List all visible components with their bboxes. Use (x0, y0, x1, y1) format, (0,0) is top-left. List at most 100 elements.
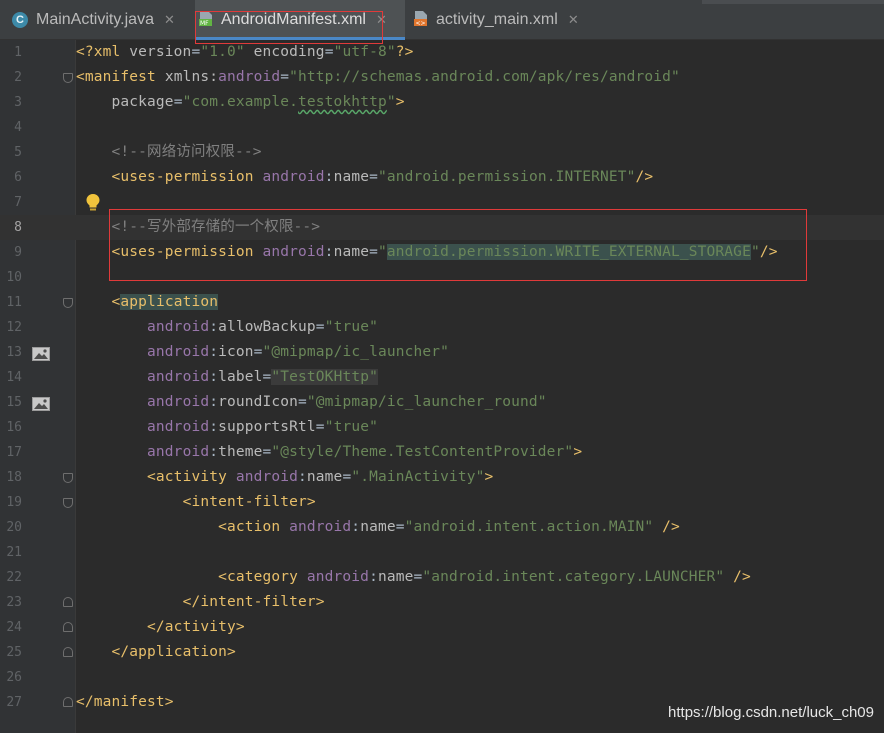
code-line[interactable]: 14 android:label="TestOKHttp" (0, 365, 884, 390)
code-line[interactable]: 25 </application> (0, 640, 884, 665)
tab-label: MainActivity.java (36, 11, 154, 28)
line-number: 8 (14, 220, 22, 235)
code-line[interactable]: 20 <action android:name="android.intent.… (0, 515, 884, 540)
code-text: android:roundIcon="@mipmap/ic_launcher_r… (147, 394, 547, 410)
line-number: 17 (6, 445, 22, 460)
code-text: <application (111, 294, 219, 310)
code-line[interactable]: 21 (0, 540, 884, 565)
line-number: 21 (6, 545, 22, 560)
manifest-file-icon: MF (199, 10, 213, 31)
fold-icon[interactable] (63, 647, 73, 657)
code-text: android:allowBackup="true" (147, 319, 378, 335)
line-number: 3 (14, 95, 22, 110)
line-number: 14 (6, 370, 22, 385)
code-line[interactable]: 19 <intent-filter> (0, 490, 884, 515)
line-number: 20 (6, 520, 22, 535)
line-number: 22 (6, 570, 22, 585)
code-line[interactable]: 4 (0, 115, 884, 140)
line-number: 11 (6, 295, 22, 310)
close-icon[interactable]: ✕ (568, 13, 579, 28)
code-line[interactable]: 22 <category android:name="android.inten… (0, 565, 884, 590)
code-line[interactable]: 24 </activity> (0, 615, 884, 640)
line-number: 27 (6, 695, 22, 710)
fold-icon[interactable] (63, 697, 73, 707)
editor-tab-bar: C MainActivity.java ✕ MF AndroidManifest… (0, 0, 884, 44)
line-number: 16 (6, 420, 22, 435)
image-preview-icon[interactable] (32, 396, 50, 411)
code-text: <!--网络访问权限--> (111, 144, 262, 160)
code-line[interactable]: 9 <uses-permission android:name="android… (0, 240, 884, 265)
fold-icon[interactable] (63, 622, 73, 632)
code-text: android:label="TestOKHttp" (147, 369, 378, 385)
code-line[interactable]: 15 android:roundIcon="@mipmap/ic_launche… (0, 390, 884, 415)
line-number: 10 (6, 270, 22, 285)
code-text: </activity> (147, 619, 245, 635)
line-number: 15 (6, 395, 22, 410)
fold-icon[interactable] (63, 473, 73, 483)
code-text: package="com.example.testokhttp"> (111, 94, 405, 110)
fold-icon[interactable] (63, 498, 73, 508)
code-editor[interactable]: 1 <?xml version="1.0" encoding="utf-8"?> … (0, 40, 884, 733)
code-text: android:icon="@mipmap/ic_launcher" (147, 344, 450, 360)
code-line[interactable]: 5 <!--网络访问权限--> (0, 140, 884, 165)
tab-bar-strip (702, 0, 884, 4)
code-text: <?xml version="1.0" encoding="utf-8"?> (76, 44, 414, 60)
close-icon[interactable]: ✕ (164, 13, 175, 28)
line-number: 4 (14, 120, 22, 135)
code-line[interactable]: 12 android:allowBackup="true" (0, 315, 884, 340)
code-line[interactable]: 7 (0, 190, 884, 215)
code-line[interactable]: 10 (0, 265, 884, 290)
code-line[interactable]: 26 (0, 665, 884, 690)
tab-label: AndroidManifest.xml (221, 11, 366, 28)
fold-icon[interactable] (63, 73, 73, 83)
fold-icon[interactable] (63, 298, 73, 308)
tab-label: activity_main.xml (436, 11, 558, 28)
line-number: 5 (14, 145, 22, 160)
code-text: </application> (111, 644, 236, 660)
code-text: </manifest> (76, 694, 174, 710)
class-icon: C (12, 12, 28, 28)
image-preview-icon[interactable] (32, 346, 50, 361)
code-text: </intent-filter> (182, 594, 325, 610)
code-line[interactable]: 1 <?xml version="1.0" encoding="utf-8"?> (0, 40, 884, 65)
line-number: 23 (6, 595, 22, 610)
code-line[interactable]: 6 <uses-permission android:name="android… (0, 165, 884, 190)
code-line[interactable]: 17 android:theme="@style/Theme.TestConte… (0, 440, 884, 465)
lightbulb-icon[interactable] (85, 193, 101, 213)
code-text: <!--写外部存储的一个权限--> (111, 219, 321, 235)
code-line[interactable]: 11 <application (0, 290, 884, 315)
line-number: 13 (6, 345, 22, 360)
code-line[interactable]: 3 package="com.example.testokhttp"> (0, 90, 884, 115)
code-text: <manifest xmlns:android="http://schemas.… (76, 69, 680, 85)
fold-icon[interactable] (63, 597, 73, 607)
line-number: 19 (6, 495, 22, 510)
line-number: 7 (14, 195, 22, 210)
line-number: 1 (14, 45, 22, 60)
svg-text:<>: <> (416, 20, 426, 26)
line-number: 12 (6, 320, 22, 335)
code-line-current[interactable]: 8 <!--写外部存储的一个权限--> (0, 215, 884, 240)
line-number: 24 (6, 620, 22, 635)
line-number: 6 (14, 170, 22, 185)
code-line[interactable]: 16 android:supportsRtl="true" (0, 415, 884, 440)
code-text: <uses-permission android:name="android.p… (111, 244, 778, 260)
tab-mainactivity-java[interactable]: C MainActivity.java ✕ (12, 0, 190, 40)
code-text: <intent-filter> (182, 494, 316, 510)
code-line[interactable]: 18 <activity android:name=".MainActivity… (0, 465, 884, 490)
line-number: 9 (14, 245, 22, 260)
line-number: 18 (6, 470, 22, 485)
code-line[interactable]: 2 <manifest xmlns:android="http://schemas… (0, 65, 884, 90)
svg-text:MF: MF (200, 20, 209, 26)
code-text: <activity android:name=".MainActivity"> (147, 469, 494, 485)
line-number: 26 (6, 670, 22, 685)
tab-androidmanifest-xml[interactable]: MF AndroidManifest.xml ✕ (195, 0, 405, 40)
watermark: https://blog.csdn.net/luck_ch09 (668, 704, 874, 721)
line-number: 2 (14, 70, 22, 85)
code-text: <category android:name="android.intent.c… (218, 569, 751, 585)
code-text: android:supportsRtl="true" (147, 419, 378, 435)
layout-file-icon: <> (414, 10, 428, 31)
code-line[interactable]: 23 </intent-filter> (0, 590, 884, 615)
close-icon[interactable]: ✕ (376, 13, 387, 28)
code-line[interactable]: 13 android:icon="@mipmap/ic_launcher" (0, 340, 884, 365)
tab-activity-main-xml[interactable]: <> activity_main.xml ✕ (414, 0, 594, 40)
